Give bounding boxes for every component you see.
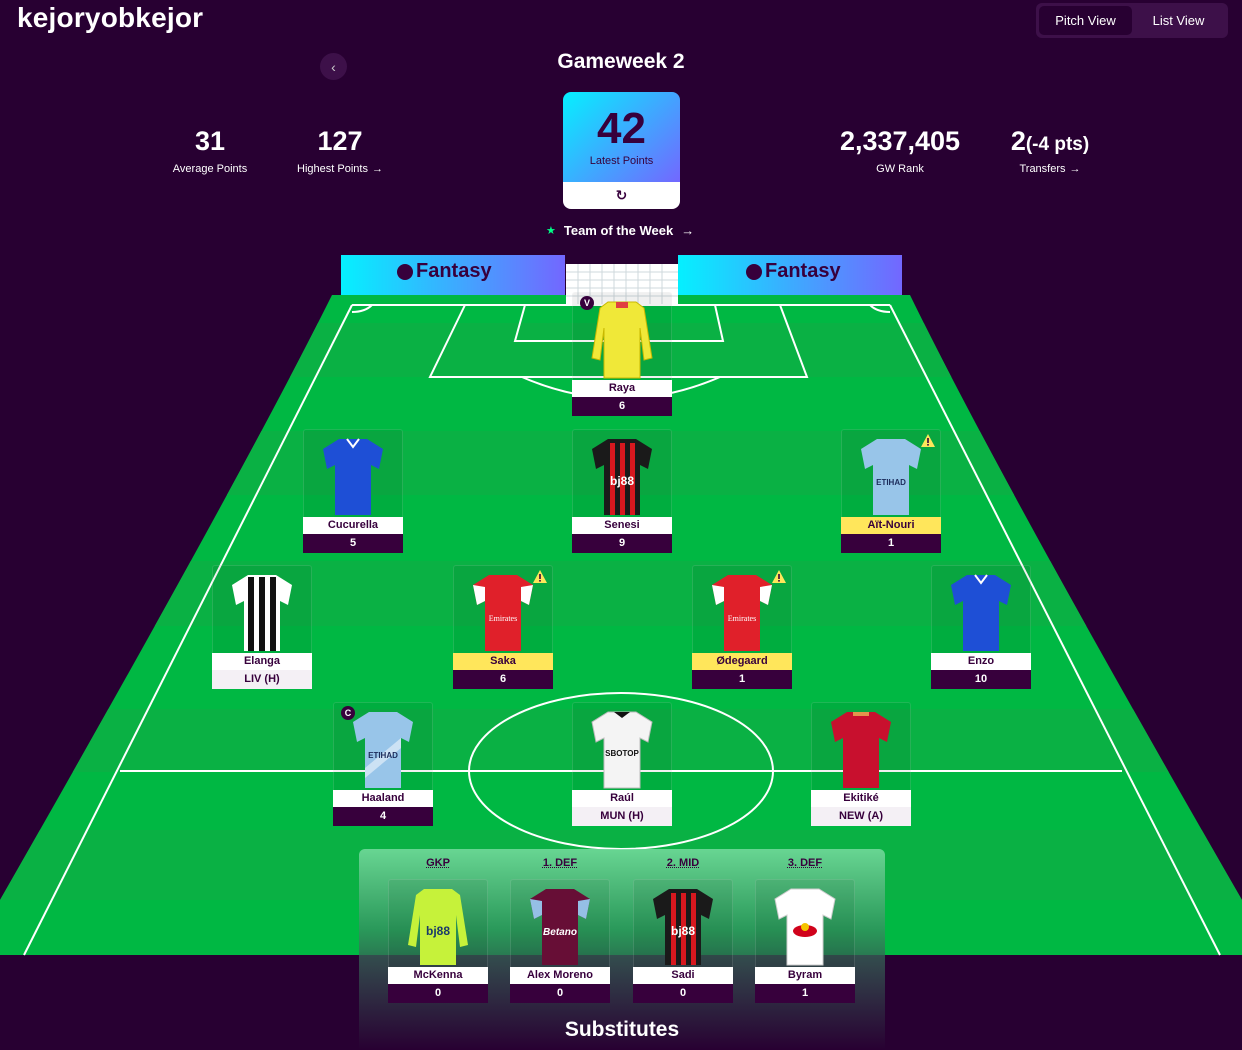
bench-card-byram[interactable]: Byram 1: [755, 879, 855, 1003]
player-card-odegaard[interactable]: Emirates Ødegaard 1: [692, 565, 792, 689]
player-name: Elanga: [212, 653, 312, 670]
bournemouth-shirt-icon: bj88: [653, 889, 713, 965]
bench-position-label: 1. DEF: [542, 857, 578, 869]
player-card-raul[interactable]: SBOTOP Raúl MUN (H): [572, 702, 672, 826]
bournemouth-shirt-icon: bj88: [592, 439, 652, 515]
player-points: 5: [303, 534, 403, 553]
bench-position-label: 2. MID: [666, 857, 700, 869]
player-card-ekitike[interactable]: Ekitiké NEW (A): [811, 702, 911, 826]
fulham-shirt-icon: SBOTOP: [591, 711, 653, 789]
player-points: 1: [692, 670, 792, 689]
svg-text:Betano: Betano: [543, 927, 577, 938]
aston-villa-shirt-icon: Betano: [530, 889, 590, 965]
player-name: Raya: [572, 380, 672, 397]
player-points: 9: [572, 534, 672, 553]
vice-captain-badge: V: [580, 296, 594, 310]
fantasy-logo-left: Fantasy: [397, 260, 492, 283]
bench-card-sadi[interactable]: bj88 Sadi 0: [633, 879, 733, 1003]
warning-icon: [921, 434, 935, 447]
liverpool-shirt-icon: [831, 712, 891, 788]
player-name: Enzo: [931, 653, 1031, 670]
player-name: Alex Moreno: [510, 967, 610, 984]
bournemouth-gk-shirt-icon: bj88: [408, 889, 468, 965]
arsenal-shirt-icon: Emirates: [712, 575, 772, 651]
man-city-shirt-icon: ETIHAD: [353, 712, 413, 788]
bench-position-label: 3. DEF: [787, 857, 823, 869]
player-name: Ekitiké: [811, 790, 911, 807]
player-name: Senesi: [572, 517, 672, 534]
player-points: 0: [633, 984, 733, 1003]
player-card-elanga[interactable]: Elanga LIV (H): [212, 565, 312, 689]
player-points: 1: [841, 534, 941, 553]
player-name: Byram: [755, 967, 855, 984]
player-name: Saka: [453, 653, 553, 670]
captain-badge: C: [341, 706, 355, 720]
svg-text:bj88: bj88: [610, 474, 634, 488]
player-points: 4: [333, 807, 433, 826]
arsenal-shirt-icon: Emirates: [473, 575, 533, 651]
player-card-aitnouri[interactable]: ETIHAD Aït-Nouri 1: [841, 429, 941, 553]
player-card-saka[interactable]: Emirates Saka 6: [453, 565, 553, 689]
chelsea-shirt-icon: [951, 574, 1011, 651]
player-name: Aït-Nouri: [841, 517, 941, 534]
substitutes-title: Substitutes: [564, 1018, 680, 1041]
player-name: Haaland: [333, 790, 433, 807]
player-points: 6: [453, 670, 553, 689]
svg-text:ETIHAD: ETIHAD: [876, 478, 906, 487]
premier-league-lion-icon: [397, 263, 413, 280]
player-card-haaland[interactable]: ETIHAD C Haaland 4: [333, 702, 433, 826]
warning-icon: [533, 570, 547, 583]
leeds-shirt-icon: [774, 888, 836, 966]
fantasy-logo-right: Fantasy: [746, 260, 841, 283]
arsenal-gk-shirt-icon: [591, 301, 653, 379]
player-name: Raúl: [572, 790, 672, 807]
player-points: 6: [572, 397, 672, 416]
player-name: Cucurella: [303, 517, 403, 534]
premier-league-lion-icon: [746, 263, 762, 280]
player-fixture: NEW (A): [811, 807, 911, 826]
svg-text:Emirates: Emirates: [489, 614, 517, 623]
player-card-cucurella[interactable]: Cucurella 5: [303, 429, 403, 553]
svg-text:bj88: bj88: [426, 924, 450, 938]
chelsea-shirt-icon: [323, 438, 383, 515]
svg-text:ETIHAD: ETIHAD: [368, 751, 398, 760]
player-points: 1: [755, 984, 855, 1003]
svg-text:Emirates: Emirates: [728, 614, 756, 623]
player-fixture: LIV (H): [212, 670, 312, 689]
player-points: 10: [931, 670, 1031, 689]
player-fixture: MUN (H): [572, 807, 672, 826]
bench-card-mckenna[interactable]: bj88 McKenna 0: [388, 879, 488, 1003]
man-city-shirt-icon: ETIHAD: [861, 439, 921, 515]
player-points: 0: [510, 984, 610, 1003]
player-points: 0: [388, 984, 488, 1003]
player-name: Ødegaard: [692, 653, 792, 670]
player-name: Sadi: [633, 967, 733, 984]
player-card-enzo[interactable]: Enzo 10: [931, 565, 1031, 689]
bench-position-label: GKP: [426, 857, 450, 869]
newcastle-shirt-icon: [232, 575, 292, 651]
player-card-senesi[interactable]: bj88 Senesi 9: [572, 429, 672, 553]
bench-card-moreno[interactable]: Betano Alex Moreno 0: [510, 879, 610, 1003]
svg-text:bj88: bj88: [671, 924, 695, 938]
svg-text:SBOTOP: SBOTOP: [605, 749, 639, 758]
player-name: McKenna: [388, 967, 488, 984]
player-card-raya[interactable]: V Raya 6: [572, 292, 672, 416]
warning-icon: [772, 570, 786, 583]
